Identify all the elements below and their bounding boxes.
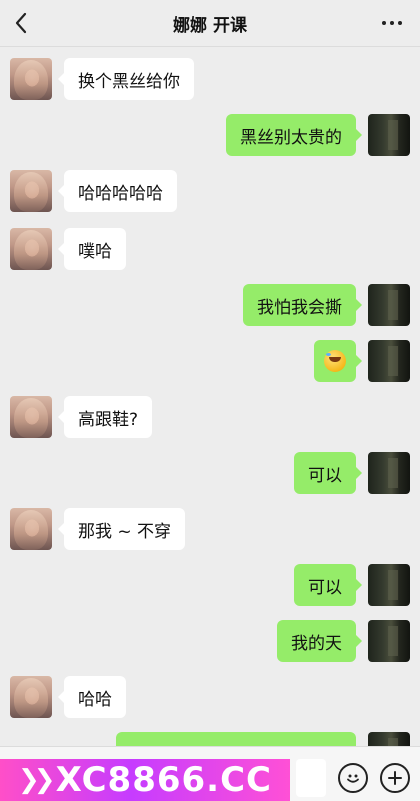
message-bubble-sent[interactable]: 我怕我会撕 [243, 284, 362, 326]
message-bubble-sent[interactable]: 黑丝别太贵的 [226, 114, 362, 156]
contact-avatar[interactable] [10, 170, 52, 212]
my-avatar[interactable] [368, 114, 410, 156]
contact-avatar[interactable] [10, 228, 52, 270]
more-actions-button[interactable] [380, 763, 410, 793]
my-avatar[interactable] [368, 564, 410, 606]
contact-avatar[interactable] [10, 676, 52, 718]
more-dots-icon [382, 21, 386, 25]
more-button[interactable] [376, 8, 408, 38]
my-avatar[interactable] [368, 732, 410, 746]
input-toolbar: ❯❯ XC8866.CC [0, 746, 420, 801]
message-bubble-received[interactable]: 那我 ~ 不穿 [57, 508, 186, 550]
message-bubble-received[interactable]: 哈哈 [58, 676, 126, 718]
message-list[interactable]: 换个黑丝给你 黑丝别太贵的 哈哈哈哈哈 噗哈 我怕我会撕 高跟鞋? 可以 那我 … [0, 46, 420, 746]
smiley-icon [347, 774, 359, 783]
message-bubble-sent[interactable]: 可以 [294, 452, 362, 494]
emoji-button[interactable] [338, 763, 368, 793]
ad-banner[interactable]: ❯❯ XC8866.CC [0, 759, 290, 801]
ad-banner-text: XC8866.CC [55, 760, 272, 800]
message-bubble-sent[interactable]: 我的天 [277, 620, 362, 662]
chat-header: 娜娜 开课 [0, 0, 420, 47]
message-bubble-received[interactable]: 哈哈哈哈哈 [58, 170, 177, 212]
message-bubble-sent-emoji[interactable] [314, 340, 362, 382]
contact-avatar[interactable] [10, 396, 52, 438]
my-avatar[interactable] [368, 284, 410, 326]
contact-avatar[interactable] [10, 508, 52, 550]
message-bubble-sent-partial[interactable] [116, 732, 356, 746]
message-bubble-received[interactable]: 换个黑丝给你 [58, 58, 194, 100]
message-bubble-received[interactable]: 高跟鞋? [57, 396, 153, 438]
laughing-tears-emoji-icon [324, 350, 346, 372]
plus-circle-icon [388, 771, 402, 785]
message-bubble-received[interactable]: 噗哈 [58, 228, 126, 270]
my-avatar[interactable] [368, 452, 410, 494]
double-chevron-icon: ❯❯ [18, 765, 55, 795]
message-input[interactable] [296, 759, 326, 797]
contact-avatar[interactable] [10, 58, 52, 100]
message-bubble-sent[interactable]: 可以 [294, 564, 362, 606]
my-avatar[interactable] [368, 620, 410, 662]
chat-title: 娜娜 开课 [173, 16, 247, 36]
my-avatar[interactable] [368, 340, 410, 382]
